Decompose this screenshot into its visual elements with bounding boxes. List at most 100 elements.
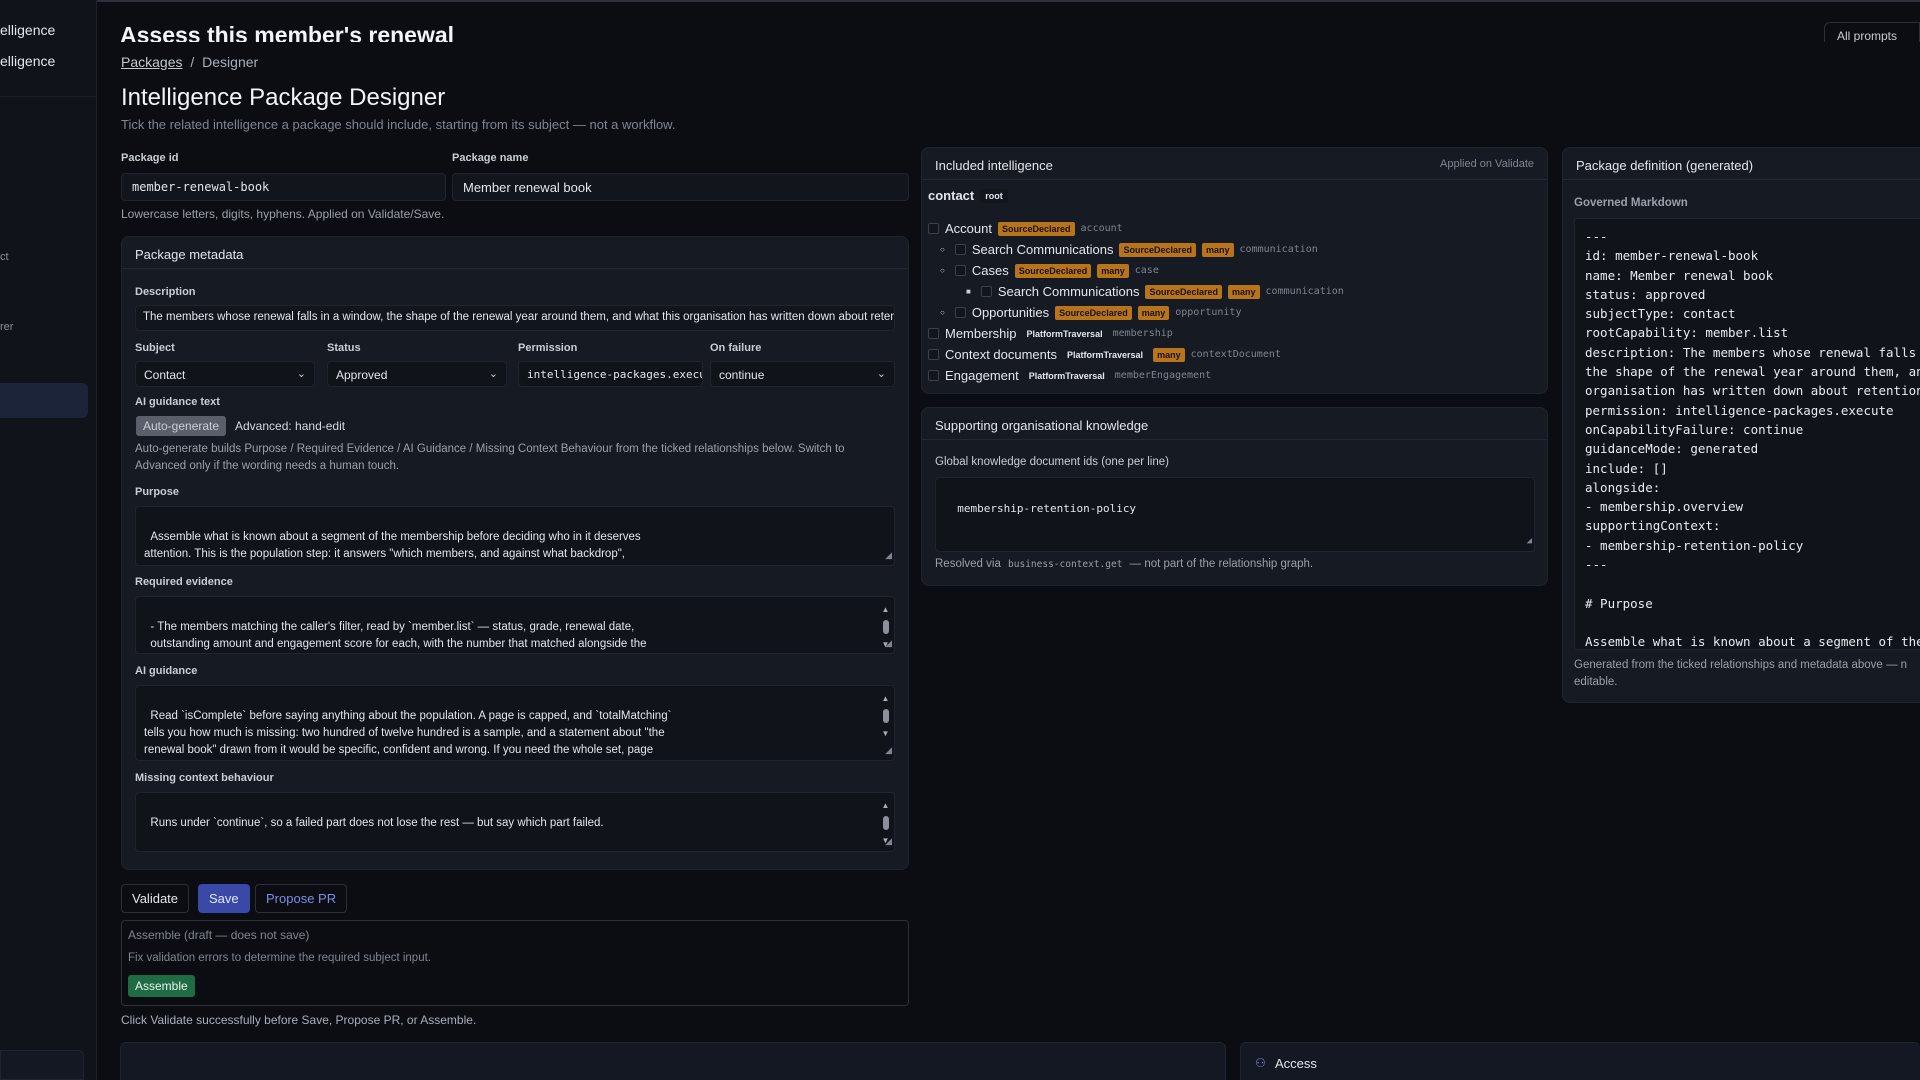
resize-grip-icon[interactable]: ◢ (885, 547, 892, 564)
tree-row-engagement[interactable]: Engagement PlatformTraversal memberEngag… (928, 368, 1211, 383)
package-definition-title: Package definition (generated) (1563, 148, 1920, 180)
tree-row-label: Membership (945, 326, 1017, 341)
checkbox[interactable] (928, 328, 939, 339)
resize-grip-icon[interactable]: ◢ (1527, 533, 1532, 550)
markdown-line: include: [] (1585, 460, 1668, 476)
markdown-line: subjectType: contact (1585, 306, 1736, 322)
sidebar-item-2[interactable]: elligence (0, 53, 55, 69)
permission-input[interactable]: intelligence-packages.execute (518, 361, 703, 387)
onfailure-select[interactable]: continue ⌄ (710, 361, 895, 387)
tree-row-key: communication (1239, 244, 1318, 255)
markdown-line: organisation has written down about rete… (1585, 383, 1920, 399)
checkbox[interactable] (954, 307, 966, 318)
knowledge-ids-textarea[interactable]: membership-retention-policy ◢ (935, 477, 1535, 552)
markdown-line (1575, 613, 1920, 632)
supporting-knowledge-title: Supporting organisational knowledge (922, 408, 1547, 440)
chevron-down-icon: ⌄ (876, 368, 886, 380)
resize-grip-icon[interactable]: ◢ (885, 742, 892, 759)
markdown-line (1575, 574, 1920, 593)
missing-context-textarea[interactable]: Runs under `continue`, so a failed part … (135, 792, 895, 852)
package-name-input[interactable]: Member renewal book (452, 173, 909, 201)
resolved-suffix: — not part of the relationship graph. (1129, 558, 1314, 570)
tree-row-account[interactable]: Account SourceDeclared account (928, 221, 1123, 236)
required-evidence-textarea[interactable]: - The members matching the caller's filt… (135, 596, 895, 654)
save-button[interactable]: Save (198, 884, 250, 913)
scrollbar-thumb[interactable] (882, 709, 889, 723)
tree-row-cases[interactable]: ○ Cases SourceDeclared many case (940, 263, 1159, 278)
assemble-button[interactable]: Assemble (128, 975, 195, 997)
tree-row-label: Cases (971, 263, 1009, 278)
scrollbar-thumb[interactable] (882, 816, 889, 830)
many-badge: many (1137, 305, 1170, 320)
users-icon: ⚇ (1255, 1056, 1266, 1070)
checkbox[interactable] (954, 265, 966, 276)
included-intelligence-header: Included intelligence Applied on Validat… (922, 148, 1547, 180)
missing-context-text: Runs under `continue`, so a failed part … (150, 817, 604, 829)
tree-row-search-communications[interactable]: ○ Search Communications SourceDeclared m… (940, 242, 1318, 257)
tree-row-label: Account (945, 221, 992, 236)
sidebar-fragment-1[interactable]: ct (0, 251, 9, 263)
markdown-line: Assemble what is known about a segment o… (1585, 634, 1920, 650)
advanced-hand-edit-toggle[interactable]: Advanced: hand-edit (235, 419, 345, 433)
resize-grip-icon[interactable]: ◢ (885, 833, 892, 850)
checkbox[interactable] (928, 370, 939, 381)
description-input[interactable]: The members whose renewal falls in a win… (135, 305, 895, 331)
auto-generate-toggle[interactable]: Auto-generate (136, 416, 227, 436)
breadcrumb: Packages / Designer (121, 54, 258, 70)
checkbox[interactable] (980, 286, 992, 297)
sidebar-bottom-control[interactable] (0, 1050, 84, 1080)
purpose-textarea[interactable]: Assemble what is known about a segment o… (135, 506, 895, 566)
resize-grip-icon[interactable]: ◢ (885, 635, 892, 652)
markdown-line: alongside: (1585, 479, 1661, 495)
tree-row-label: Engagement (945, 368, 1019, 383)
many-badge: many (1153, 347, 1185, 362)
package-name-label: Package name (452, 152, 529, 164)
tree-row-opportunities[interactable]: ○ Opportunities SourceDeclared many oppo… (940, 305, 1241, 320)
tree-row-label: Search Communications (971, 242, 1114, 257)
propose-pr-button[interactable]: Propose PR (255, 884, 348, 913)
markdown-line: guidanceMode: generated (1585, 441, 1759, 457)
sidebar-fragment-2[interactable]: rer (0, 321, 13, 333)
breadcrumb-separator: / (190, 54, 195, 70)
required-evidence-text: - The members matching the caller's filt… (150, 621, 647, 650)
tree-row-label: Opportunities (971, 305, 1050, 320)
many-badge: many (1097, 263, 1129, 278)
ai-guidance-label: AI guidance (135, 665, 198, 677)
tree-root: contact root (928, 188, 1008, 203)
sidebar-item-active[interactable] (0, 383, 88, 418)
tree-row-label: Context documents (945, 347, 1058, 362)
checkbox[interactable] (954, 244, 966, 255)
page-subtitle: Tick the related intelligence a package … (121, 117, 676, 132)
tree-row-key: membership (1112, 328, 1173, 339)
description-label: Description (135, 286, 196, 298)
package-id-input[interactable]: member-renewal-book (121, 173, 446, 201)
required-evidence-label: Required evidence (135, 576, 233, 588)
chevron-down-icon: ⌄ (296, 368, 306, 380)
status-select[interactable]: Approved ⌄ (327, 361, 507, 387)
sidebar-item-1[interactable]: elligence (0, 22, 55, 38)
knowledge-ids-text: membership-retention-policy (957, 502, 1137, 515)
breadcrumb-packages-link[interactable]: Packages (121, 54, 182, 70)
tree-row-context-documents[interactable]: Context documents PlatformTraversal many… (928, 347, 1281, 362)
access-label[interactable]: Access (1275, 1056, 1317, 1071)
scrollbar[interactable]: ▲ ▼ (881, 690, 890, 748)
package-id-label: Package id (121, 152, 179, 164)
tree-row-key: contextDocument (1190, 349, 1281, 360)
subject-select[interactable]: Contact ⌄ (135, 361, 315, 387)
scrollbar-thumb[interactable] (882, 620, 889, 634)
many-badge: many (1228, 284, 1260, 299)
markdown-line: - membership.overview (1585, 499, 1744, 515)
ai-guidance-textarea[interactable]: Read `isComplete` before saying anything… (135, 685, 895, 761)
checkbox[interactable] (928, 349, 939, 360)
applied-on-validate-note: Applied on Validate (1440, 158, 1534, 170)
tree-row-membership[interactable]: Membership PlatformTraversal membership (928, 326, 1173, 341)
knowledge-ids-label: Global knowledge document ids (one per l… (935, 456, 1169, 468)
prompt-title: Assess this member's renewal (120, 22, 455, 42)
checkbox[interactable] (928, 223, 939, 234)
all-prompts-button[interactable]: All prompts (1824, 22, 1920, 42)
definition-footer: Generated from the ticked relationships … (1574, 659, 1908, 688)
tree-row-key: account (1080, 223, 1123, 234)
tree-row-case-search-communications[interactable]: ■ Search Communications SourceDeclared m… (966, 284, 1344, 299)
validate-button[interactable]: Validate (121, 884, 190, 913)
source-declared-badge: SourceDeclared (1014, 263, 1092, 278)
